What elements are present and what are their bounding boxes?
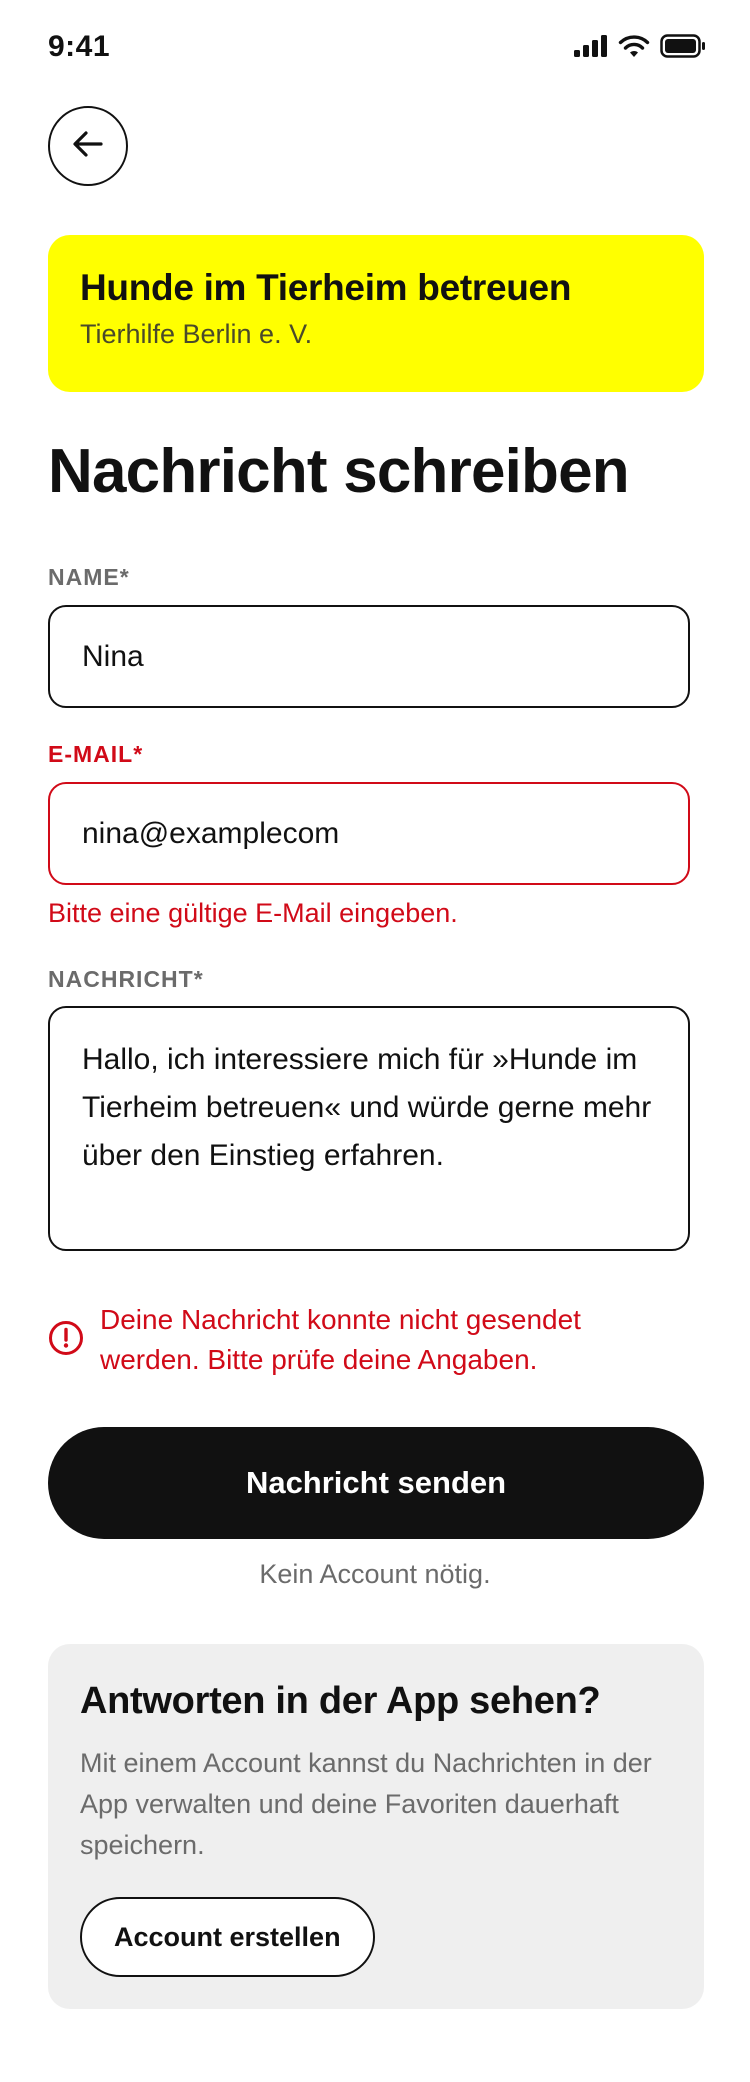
name-label: NAME* — [48, 564, 130, 590]
alert-circle-icon — [48, 1320, 84, 1356]
project-organization: Tierhilfe Berlin e. V. — [80, 319, 313, 349]
send-message-button[interactable]: Nachricht senden — [48, 1427, 704, 1539]
page-title: Nachricht schreiben — [48, 437, 630, 506]
message-field-value: Hallo, ich interessiere mich für »Hunde … — [82, 1043, 652, 1172]
name-field[interactable]: Nina — [48, 605, 690, 708]
no-account-note: Kein Account nötig. — [259, 1559, 491, 1589]
account-promo-card: Antworten in der App sehen? Mit einem Ac… — [48, 1644, 704, 2009]
name-field-value: Nina — [82, 639, 144, 673]
email-error-message: Bitte eine gültige E-Mail eingeben. — [48, 898, 458, 928]
form-error-text: Deine Nachricht konnte nicht gesendet we… — [100, 1304, 581, 1375]
email-label: E-MAIL* — [48, 741, 144, 767]
cellular-signal-icon — [574, 35, 608, 62]
arrow-left-icon — [73, 130, 103, 162]
status-icons — [574, 34, 706, 63]
message-label: NACHRICHT* — [48, 966, 204, 992]
email-field[interactable]: nina@examplecom — [48, 782, 690, 885]
status-time: 9:41 — [48, 30, 111, 63]
create-account-button[interactable]: Account erstellen — [80, 1897, 375, 1977]
project-card[interactable]: Hunde im Tierheim betreuen Tierhilfe Ber… — [48, 235, 704, 392]
message-field[interactable]: Hallo, ich interessiere mich für »Hunde … — [48, 1006, 690, 1251]
back-button[interactable] — [48, 106, 128, 186]
email-field-value: nina@examplecom — [82, 816, 340, 850]
account-promo-title: Antworten in der App sehen? — [80, 1680, 601, 1722]
form-error: Deine Nachricht konnte nicht gesendet we… — [48, 1300, 688, 1380]
wifi-icon — [618, 34, 650, 63]
status-bar: 9:41 — [0, 0, 750, 100]
battery-icon — [660, 34, 706, 63]
project-title: Hunde im Tierheim betreuen — [80, 267, 572, 308]
account-promo-description: Mit einem Account kannst du Nachrichten … — [80, 1748, 652, 1860]
